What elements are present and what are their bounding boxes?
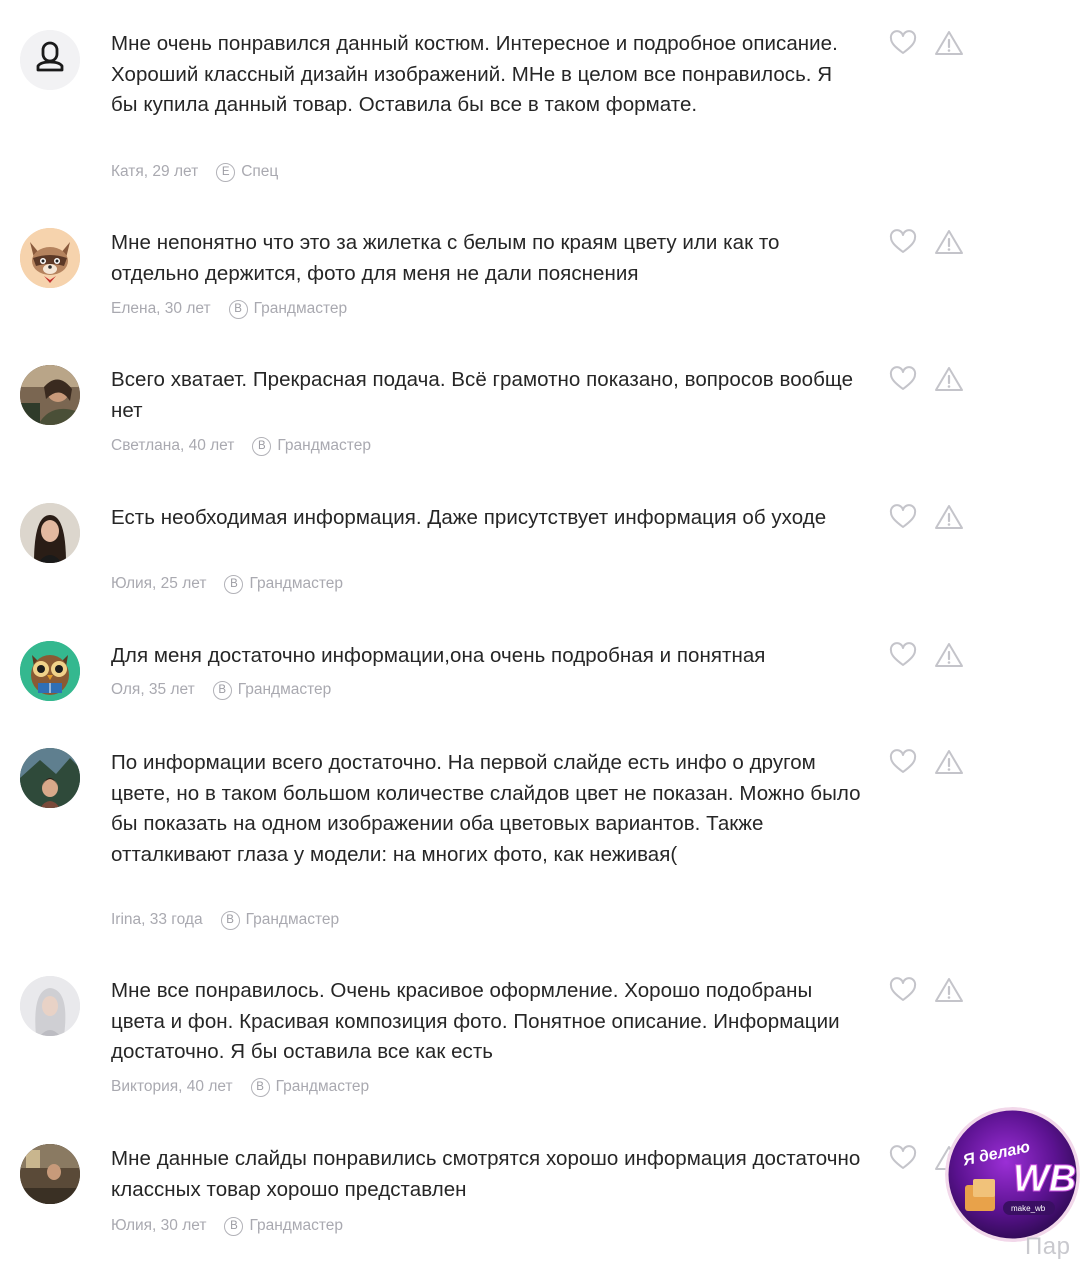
level-badge: E — [216, 162, 236, 182]
wb-line2: WB — [1013, 1158, 1076, 1200]
avatar[interactable] — [20, 748, 80, 808]
heart-icon[interactable] — [889, 977, 917, 1003]
level-badge: B — [250, 1077, 270, 1097]
level-badge: B — [220, 910, 240, 930]
review-text: Мне очень понравился данный костюм. Инте… — [111, 32, 838, 117]
level-badge: B — [228, 299, 248, 319]
review-level: Грандмастер — [237, 681, 332, 698]
heart-icon[interactable] — [889, 30, 917, 56]
avatar[interactable] — [20, 365, 80, 425]
review-level: Грандмастер — [249, 575, 344, 592]
photo-avatar — [20, 365, 80, 425]
avatar[interactable] — [20, 641, 80, 701]
review-text: Мне все понравилось. Очень красивое офор… — [111, 979, 840, 1064]
photo-avatar — [20, 503, 80, 563]
avatar[interactable] — [20, 503, 80, 563]
review-meta: Юлия, 25 лет B Грандмастер — [111, 572, 343, 596]
photo-avatar — [20, 748, 80, 808]
heart-icon[interactable] — [889, 366, 917, 392]
review-author: Юлия, 25 лет — [111, 575, 207, 592]
partial-text: Пар — [1025, 1233, 1071, 1260]
review-text: По информации всего достаточно. На перво… — [111, 751, 861, 866]
wb-watermark-badge[interactable]: Я делаю WB make_wb — [945, 1107, 1080, 1242]
review-author: Юлия, 30 лет — [111, 1217, 207, 1234]
warning-icon[interactable] — [934, 641, 964, 669]
review-level: Грандмастер — [245, 911, 340, 928]
review-meta: Irina, 33 года B Грандмастер — [111, 908, 339, 932]
warning-icon[interactable] — [934, 29, 964, 57]
heart-icon[interactable] — [889, 642, 917, 668]
photo-avatar — [20, 1144, 80, 1204]
heart-icon[interactable] — [889, 749, 917, 775]
review-level: Грандмастер — [275, 1078, 370, 1095]
review-text: Мне непонятно что это за жилетка с белым… — [111, 231, 780, 285]
review-level: Грандмастер — [249, 1217, 344, 1234]
review-meta: Юлия, 30 лет B Грандмастер — [111, 1214, 343, 1238]
review-text: Мне данные слайды понравились смотрятся … — [111, 1147, 861, 1201]
warning-icon[interactable] — [934, 228, 964, 256]
avatar[interactable] — [20, 976, 80, 1036]
warning-icon[interactable] — [934, 976, 964, 1004]
review-author: Светлана, 40 лет — [111, 437, 235, 454]
level-badge: B — [224, 1216, 244, 1236]
review-level: Грандмастер — [277, 437, 371, 454]
heart-icon[interactable] — [889, 229, 917, 255]
heart-icon[interactable] — [889, 504, 917, 530]
raccoon-avatar — [20, 228, 80, 288]
review-author: Оля, 35 лет — [111, 681, 195, 698]
heart-icon[interactable] — [889, 1145, 917, 1171]
level-badge: B — [252, 436, 272, 456]
review-text: Для меня достаточно информации,она очень… — [111, 644, 766, 667]
review-author: Irina, 33 года — [111, 911, 203, 928]
review-level: Спец — [241, 163, 279, 180]
review-meta: Катя, 29 лет E Спец — [111, 160, 278, 184]
review-level: Грандмастер — [253, 300, 348, 317]
review-meta: Елена, 30 лет B Грандмастер — [111, 297, 347, 321]
owl-avatar — [20, 641, 80, 701]
review-meta: Виктория, 40 лет B Грандмастер — [111, 1075, 369, 1099]
review-author: Катя, 29 лет — [111, 163, 199, 180]
warning-icon[interactable] — [934, 748, 964, 776]
wb-handle: make_wb — [1011, 1204, 1046, 1213]
avatar[interactable] — [20, 1144, 80, 1204]
review-author: Елена, 30 лет — [111, 300, 211, 317]
level-badge: B — [224, 574, 244, 594]
review-text: Есть необходимая информация. Даже присут… — [111, 506, 827, 529]
default-user-icon — [20, 30, 80, 90]
review-meta: Оля, 35 лет B Грандмастер — [111, 678, 331, 702]
avatar[interactable] — [20, 30, 80, 90]
warning-icon[interactable] — [934, 365, 964, 393]
warning-icon[interactable] — [934, 503, 964, 531]
level-badge: B — [212, 680, 232, 700]
review-author: Виктория, 40 лет — [111, 1078, 233, 1095]
avatar[interactable] — [20, 228, 80, 288]
review-text: Всего хватает. Прекрасная подача. Всё гр… — [111, 368, 854, 422]
review-meta: Светлана, 40 лет B Грандмастер — [111, 434, 371, 458]
photo-avatar — [20, 976, 80, 1036]
